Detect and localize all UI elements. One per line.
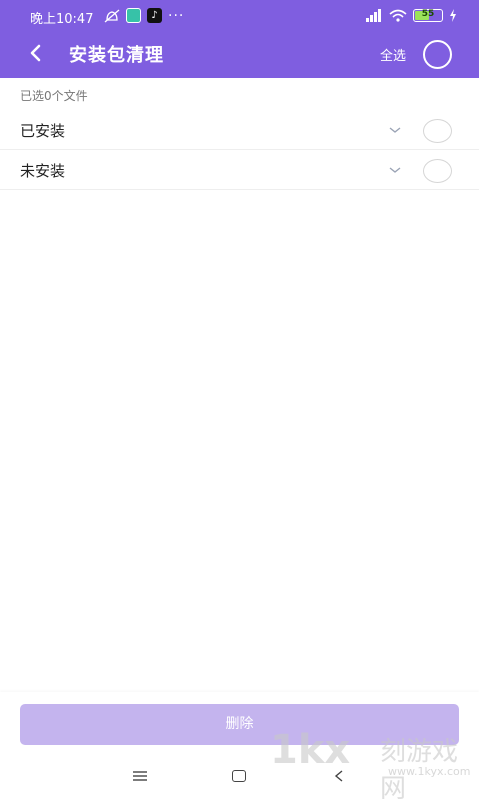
watermark-url: www.1kyx.com: [388, 765, 471, 778]
tiktok-icon: ♪: [147, 8, 162, 23]
chevron-left-icon[interactable]: [26, 43, 46, 63]
group-row-installed[interactable]: 已安装: [0, 111, 479, 150]
signal-icon: [366, 9, 381, 22]
page-title: 安装包清理: [69, 45, 164, 66]
group-row-not-installed[interactable]: 未安装: [0, 151, 479, 190]
status-system-icons: 55: [365, 9, 457, 22]
group-checkbox[interactable]: [423, 159, 452, 183]
header-bar: 晚上10:47 ♪ ··· 55 安装包清理 全选: [0, 0, 479, 78]
app-icon: [126, 8, 141, 23]
status-bar: 晚上10:47 ♪ ··· 55: [0, 0, 479, 32]
navigation-bar: 安装包清理 全选: [0, 32, 479, 78]
chevron-down-icon[interactable]: [388, 125, 402, 135]
selected-count: 已选0个文件: [20, 89, 88, 103]
watermark: 1kx 刻游戏网 www.1kyx.com: [270, 727, 479, 799]
charging-icon: [450, 9, 456, 22]
battery-icon: 55: [413, 9, 443, 22]
watermark-logo: 1kx: [270, 727, 351, 773]
notifications-off-icon: [104, 9, 120, 22]
status-notification-icons: ♪ ···: [104, 8, 184, 23]
group-label: 未安装: [20, 162, 66, 180]
select-all-checkbox[interactable]: [423, 40, 452, 69]
group-checkbox[interactable]: [423, 119, 452, 143]
more-notifications-icon: ···: [168, 7, 185, 24]
chevron-down-icon[interactable]: [388, 165, 402, 175]
group-label: 已安装: [20, 122, 66, 140]
home-icon[interactable]: [232, 770, 246, 782]
battery-level: 55: [421, 9, 435, 19]
status-time: 晚上10:47: [30, 12, 94, 27]
wifi-icon: [389, 9, 407, 22]
menu-icon[interactable]: [133, 771, 147, 781]
select-all-label[interactable]: 全选: [380, 45, 406, 64]
